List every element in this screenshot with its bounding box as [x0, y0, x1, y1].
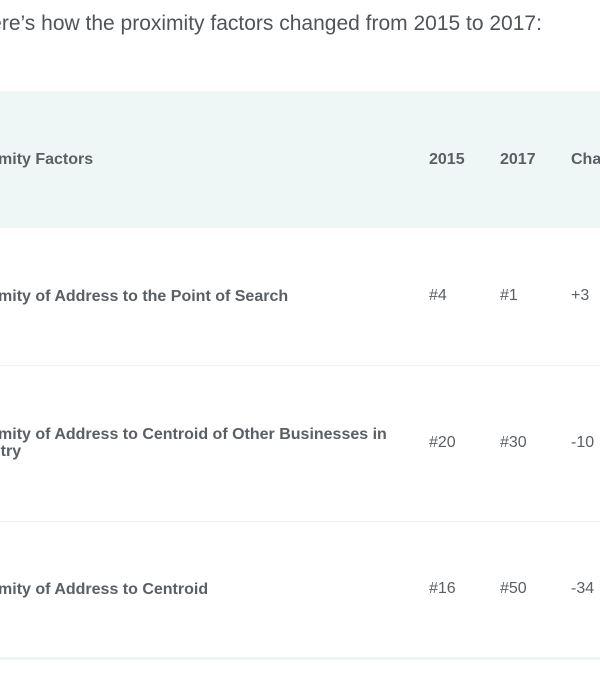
- proximity-factors-table: Proximity Factors 2015 2017 Change Proxi…: [0, 91, 600, 660]
- row-change: -34: [571, 580, 595, 597]
- row-change: +3: [571, 287, 590, 305]
- row-factor: Proximity of Address to the Point of Sea…: [0, 287, 289, 305]
- row-2017: #30: [500, 434, 527, 451]
- row-factor: Proximity of Address to Centroid: [0, 580, 209, 598]
- header-2017: 2017: [500, 150, 536, 168]
- intro-paragraph: Here’s how the proximity factors changed…: [0, 8, 600, 40]
- row-2017: #1: [500, 287, 518, 305]
- table-body: Proximity of Address to the Point of Sea…: [0, 228, 600, 658]
- row-2015: #4: [429, 287, 447, 305]
- table-header: Proximity Factors 2015 2017 Change: [0, 91, 600, 228]
- intro-text: Here’s how the proximity factors changed…: [0, 12, 542, 35]
- table-row: Proximity of Address to Centroid of Othe…: [0, 365, 600, 521]
- row-factor: Proximity of Address to Centroid of Othe…: [0, 426, 387, 460]
- row-2015: #20: [429, 434, 456, 451]
- row-2017: #50: [500, 580, 527, 597]
- table: Proximity Factors 2015 2017 Change Proxi…: [0, 91, 600, 660]
- table-row: Proximity of Address to the Point of Sea…: [0, 228, 600, 365]
- header-2015: 2015: [429, 150, 465, 168]
- header-factor: Proximity Factors: [0, 150, 94, 168]
- row-change: -10: [571, 434, 595, 451]
- header-row: Proximity Factors 2015 2017 Change: [0, 91, 600, 228]
- header-change: Change: [571, 150, 600, 168]
- table-row: Proximity of Address to Centroid #16 #50…: [0, 521, 600, 658]
- row-2015: #16: [429, 580, 456, 597]
